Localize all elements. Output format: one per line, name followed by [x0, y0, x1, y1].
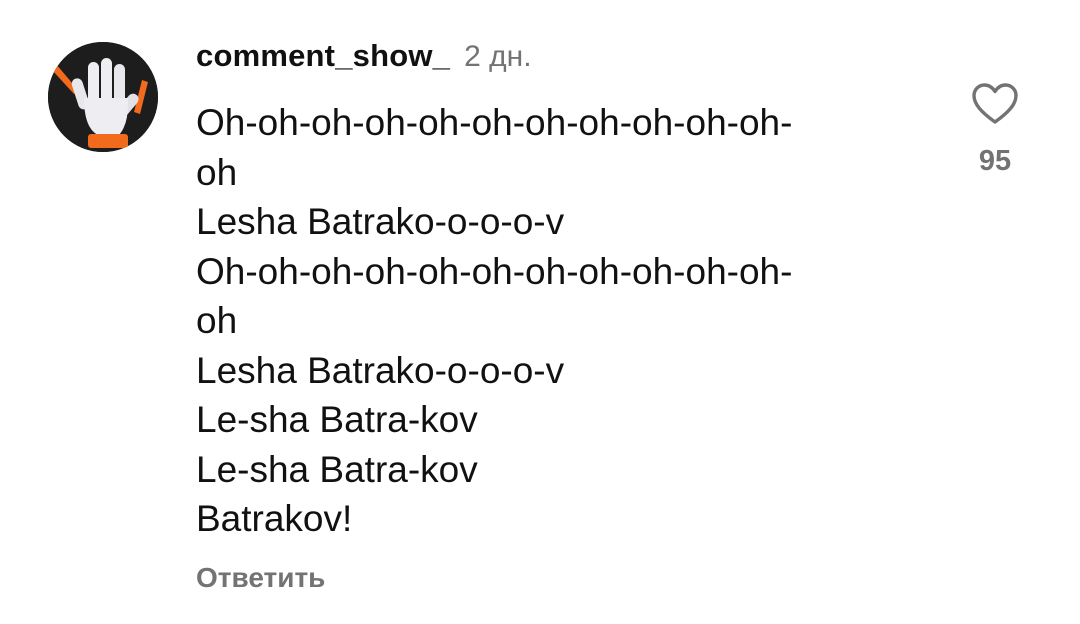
comment-line: Le-sha Batra-kov: [196, 448, 478, 490]
comment-line: Oh-oh-oh-oh-oh-oh-oh-oh-oh-oh-oh-: [196, 250, 793, 292]
comment-text: Oh-oh-oh-oh-oh-oh-oh-oh-oh-oh-oh- oh Les…: [196, 98, 916, 544]
comment-line: Lesha Batrako-o-o-o-v: [196, 349, 565, 391]
comment-line: Le-sha Batra-kov: [196, 399, 478, 440]
raised-hand-icon: [48, 42, 158, 152]
username[interactable]: comment_show_: [196, 38, 450, 74]
comment-line: Lesha Batrako-o-o-o-v: [196, 201, 565, 242]
comment-line: Oh-oh-oh-oh-oh-oh-oh-oh-oh-oh-oh-: [196, 102, 793, 143]
comment-line: oh: [196, 300, 238, 341]
reply-button[interactable]: Ответить: [196, 562, 325, 594]
comment-line: oh: [196, 151, 238, 193]
heart-outline-icon[interactable]: [971, 82, 1019, 126]
comment-line: Batrakov!: [196, 498, 353, 539]
comment-header: comment_show_ 2 дн.: [196, 38, 532, 82]
like-count: 95: [978, 145, 1012, 177]
avatar[interactable]: [48, 42, 158, 152]
comment: comment_show_ 2 дн. Oh-oh-oh-oh-oh-oh-oh…: [0, 0, 1080, 624]
like-block: 95: [960, 82, 1030, 178]
timestamp: 2 дн.: [464, 40, 532, 73]
